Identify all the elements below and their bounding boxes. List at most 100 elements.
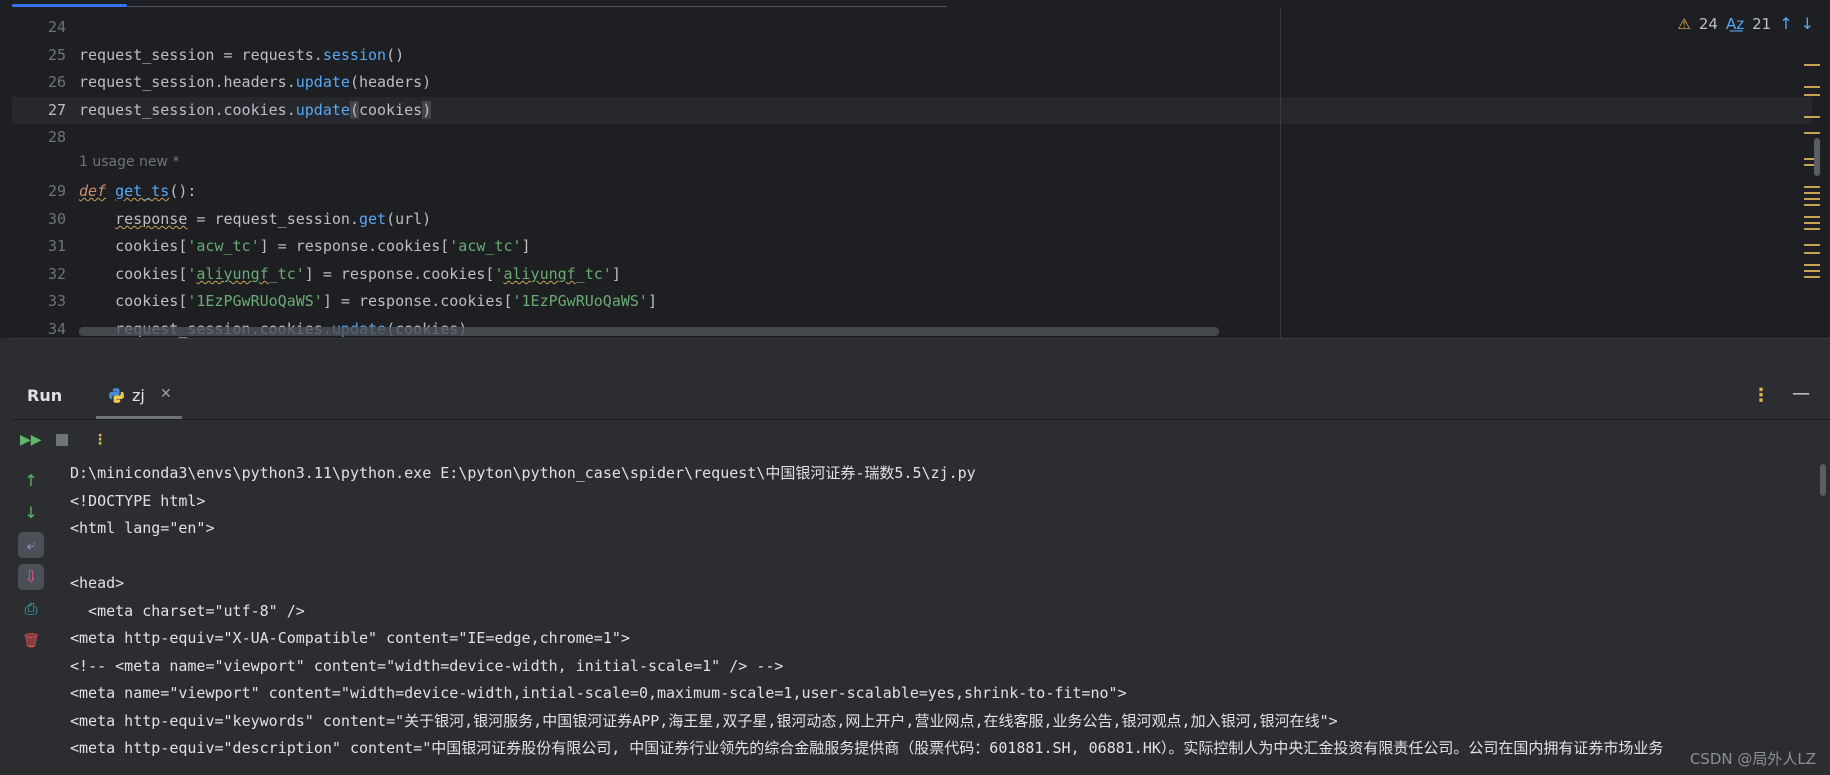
scroll-to-end-icon[interactable]: ⇩ <box>18 564 44 590</box>
code-line-31[interactable]: cookies['acw_tc'] = response.cookies['ac… <box>79 233 531 260</box>
close-icon[interactable]: ✕ <box>160 386 172 402</box>
console-line: <head> <box>70 574 125 592</box>
tab-bar-line <box>127 6 947 7</box>
code-function: update <box>295 73 350 91</box>
line-number: 25 <box>47 46 66 64</box>
code-string: 'acw_tc' <box>187 237 260 255</box>
code-string-typo: aliyungf <box>503 265 576 283</box>
matched-paren: ( <box>349 101 359 119</box>
code-text: cookies[ <box>79 292 188 310</box>
code-text: request_session.cookies. <box>79 101 296 119</box>
code-text: ] <box>521 237 531 255</box>
code-line-26[interactable]: request_session.headers.update(headers) <box>79 69 431 96</box>
line-number: 26 <box>47 73 66 91</box>
code-text: cookies <box>358 101 423 119</box>
code-function: update <box>295 101 350 119</box>
code-line-30[interactable]: response = request_session.get(url) <box>79 206 431 233</box>
line-number: 33 <box>47 292 66 310</box>
error-stripe-mark[interactable] <box>1804 228 1820 230</box>
console-line: <meta charset="utf-8" /> <box>70 601 305 620</box>
tab-zj[interactable]: zj ✕ <box>96 371 182 419</box>
error-stripe-mark[interactable] <box>1804 264 1820 266</box>
console-line: <meta http-equiv="description" content="… <box>70 739 1664 757</box>
next-problem-icon[interactable]: ↓ <box>1801 14 1814 33</box>
error-stripe-mark[interactable] <box>1804 192 1820 194</box>
code-text: ] <box>611 265 621 283</box>
code-line-29[interactable]: def get_ts(): <box>79 178 196 205</box>
scroll-up-icon[interactable]: ↑ <box>18 468 44 494</box>
console-line: D:\miniconda3\envs\python3.11\python.exe… <box>70 464 976 482</box>
rerun-icon[interactable]: ▶▶ <box>20 430 42 450</box>
error-stripe-mark[interactable] <box>1804 252 1820 254</box>
line-number: 28 <box>47 128 66 146</box>
code-string: _tc' <box>268 265 305 283</box>
console-vertical-scrollbar[interactable] <box>1820 464 1826 496</box>
line-number-gutter[interactable]: 24 25 26 27 28 29 30 31 32 33 34 <box>12 0 76 338</box>
console-line: <html lang="en"> <box>70 519 215 537</box>
more-options-icon[interactable]: ⋮ <box>1752 385 1770 406</box>
warning-icon: ⚠ <box>1677 14 1691 33</box>
error-stripe-mark[interactable] <box>1804 132 1820 134</box>
code-text: request_session.headers. <box>79 73 296 91</box>
stop-square <box>56 434 68 446</box>
soft-wrap-icon[interactable]: ⤶ <box>18 532 44 558</box>
error-stripe-mark[interactable] <box>1804 94 1820 96</box>
code-text: ] <box>647 292 657 310</box>
error-stripe-mark[interactable] <box>1804 198 1820 200</box>
error-stripe-mark[interactable] <box>1804 244 1820 246</box>
error-stripe-mark[interactable] <box>1804 86 1820 88</box>
code-string: 'acw_tc' <box>449 237 522 255</box>
code-text: (headers) <box>349 73 432 91</box>
active-tab-underline <box>96 416 182 419</box>
console-line: <meta http-equiv="X-UA-Compatible" conte… <box>70 629 630 647</box>
error-stripe-mark[interactable] <box>1804 186 1820 188</box>
code-keyword: def <box>79 182 107 200</box>
error-stripe-mark[interactable] <box>1804 116 1820 118</box>
code-editor[interactable]: 24 25 26 27 28 29 30 31 32 33 34 request… <box>0 0 1830 338</box>
error-stripe-mark[interactable] <box>1804 222 1820 224</box>
code-text: cookies[ <box>79 265 188 283</box>
code-string: _tc' <box>575 265 612 283</box>
right-margin-guide <box>1280 8 1281 338</box>
code-variable: response <box>115 210 188 228</box>
code-line-27[interactable]: request_session.cookies.update(cookies) <box>79 97 432 124</box>
console-line: <meta http-equiv="keywords" content="关于银… <box>70 711 1338 730</box>
editor-vertical-scrollbar[interactable] <box>1814 138 1820 176</box>
console-line: <meta name="viewport" content="width=dev… <box>70 684 1127 702</box>
toolbar-more-icon[interactable]: ⋮ <box>90 430 110 450</box>
error-stripe-mark[interactable] <box>1804 276 1820 278</box>
inspections-widget[interactable]: ⚠ 24 A͟z 21 ↑ ↓ <box>1677 14 1814 33</box>
run-tool-window[interactable]: Run zj ✕ ⋮ — ▶▶ ⋮ ↑ ↓ ⤶ ⇩ ⎙ 🗑 D:\minicon… <box>12 371 1830 775</box>
error-stripe-mark[interactable] <box>1804 64 1820 66</box>
python-icon <box>109 388 124 403</box>
code-string: '1EzPGwRUoQaWS' <box>187 292 323 310</box>
editor-horizontal-scrollbar[interactable] <box>79 327 1219 336</box>
minimize-icon[interactable]: — <box>1792 383 1810 404</box>
line-number: 24 <box>47 18 66 36</box>
code-line-33[interactable]: cookies['1EzPGwRUoQaWS'] = response.cook… <box>79 288 657 315</box>
previous-problem-icon[interactable]: ↑ <box>1779 14 1792 33</box>
code-text: cookies[ <box>79 237 188 255</box>
console-output[interactable]: D:\miniconda3\envs\python3.11\python.exe… <box>70 460 1820 775</box>
code-text: ] = response.cookies[ <box>259 237 450 255</box>
code-line-32[interactable]: cookies['aliyungf_tc'] = response.cookie… <box>79 261 621 288</box>
scroll-down-icon[interactable]: ↓ <box>18 500 44 526</box>
code-text: (url) <box>386 210 432 228</box>
stop-icon[interactable] <box>52 430 72 450</box>
usage-hint[interactable]: 1 usage new * <box>79 154 179 170</box>
run-header: Run zj ✕ ⋮ — <box>12 371 1830 420</box>
error-stripe-mark[interactable] <box>1804 216 1820 218</box>
error-stripe-mark[interactable] <box>1804 270 1820 272</box>
error-stripe-mark[interactable] <box>1804 204 1820 206</box>
line-number: 27 <box>47 101 66 119</box>
code-line-25[interactable]: request_session = requests.session() <box>79 42 404 69</box>
code-function-name: get_ts <box>115 182 170 200</box>
clear-all-icon[interactable]: 🗑 <box>18 628 44 654</box>
line-number: 34 <box>47 320 66 338</box>
code-text: (): <box>169 182 197 200</box>
print-icon[interactable]: ⎙ <box>18 596 44 622</box>
code-text: () <box>386 46 405 64</box>
